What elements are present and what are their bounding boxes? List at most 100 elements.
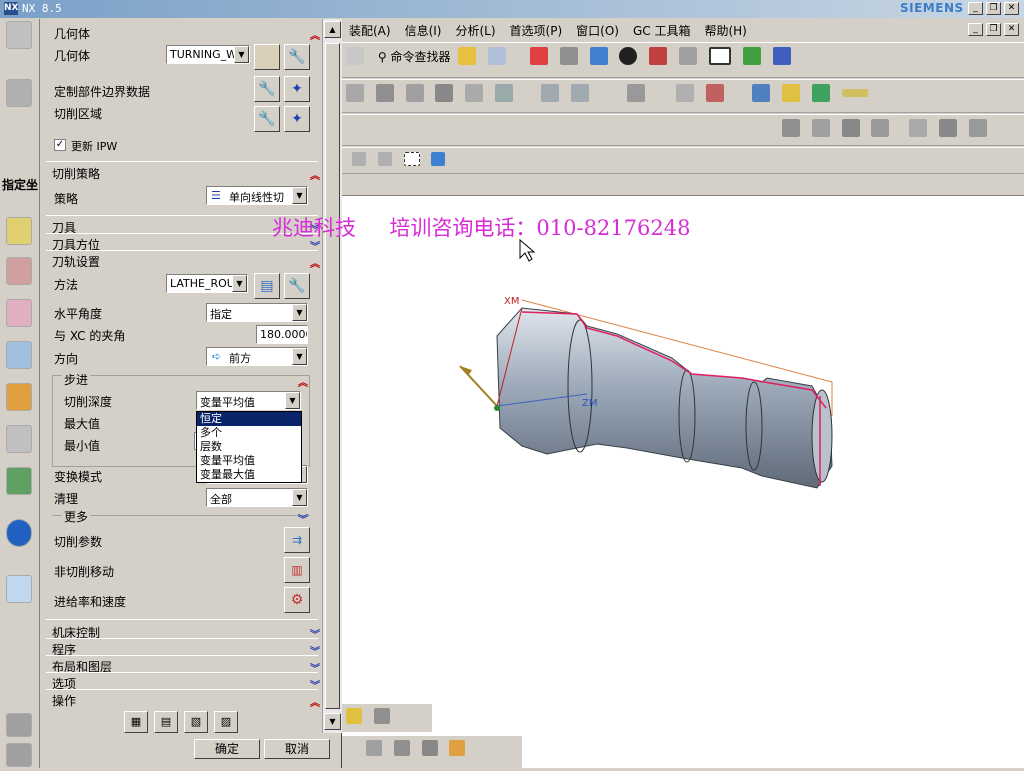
cleanup-select[interactable]: 全部 ▼ bbox=[206, 488, 308, 507]
render-style-icon[interactable] bbox=[589, 47, 608, 65]
path-settings-section-title[interactable]: 刀轨设置 bbox=[52, 253, 100, 270]
new-method-button[interactable]: ▤ bbox=[254, 273, 280, 299]
info-icon[interactable] bbox=[6, 519, 32, 547]
star-icon[interactable] bbox=[458, 47, 477, 65]
collapse-geometry-icon[interactable]: ︽ bbox=[310, 27, 320, 42]
menu-gc-toolbox[interactable]: GC 工具箱 bbox=[626, 19, 698, 42]
noncut-moves-button[interactable]: ▥ bbox=[284, 557, 310, 583]
menu-analysis[interactable]: 分析(L) bbox=[448, 19, 502, 42]
toolbar-icon-7[interactable] bbox=[540, 84, 559, 102]
reuse-library-icon[interactable] bbox=[6, 383, 32, 411]
toolbar-icon-5[interactable] bbox=[465, 84, 484, 102]
toolbar-icon-22[interactable] bbox=[968, 119, 987, 137]
toolbar-icon-18[interactable] bbox=[841, 119, 860, 137]
bottom-tool-icon-5[interactable] bbox=[421, 740, 438, 756]
web-browser-icon[interactable] bbox=[6, 425, 32, 453]
layer-box-icon[interactable] bbox=[708, 47, 731, 65]
toolbar-icon-10[interactable] bbox=[676, 84, 695, 102]
menu-window[interactable]: 窗口(O) bbox=[569, 19, 626, 42]
bottom-tool-icon-3[interactable] bbox=[366, 740, 382, 756]
left-tool-icon-2[interactable] bbox=[6, 79, 32, 107]
roles-icon[interactable] bbox=[6, 713, 32, 737]
toolbar-icon-3[interactable] bbox=[405, 84, 424, 102]
feeds-speeds-button[interactable]: ⚙ bbox=[284, 587, 310, 613]
doc-restore-button[interactable]: ❐ bbox=[986, 23, 1001, 36]
horizontal-angle-select[interactable]: 指定 ▼ bbox=[206, 303, 308, 322]
direction-select[interactable]: ➪ 前方 ▼ bbox=[206, 347, 308, 366]
edit-geometry-button[interactable]: 🔧 bbox=[284, 44, 310, 70]
strategy-select[interactable]: ☰ 单向线性切 ▼ bbox=[206, 186, 308, 205]
menu-preferences[interactable]: 首选项(P) bbox=[503, 19, 570, 42]
left-tool-icon-1[interactable] bbox=[6, 21, 32, 49]
toolbar-icon-14[interactable] bbox=[811, 84, 830, 102]
dropdown-option-variable-max[interactable]: 变量最大值 bbox=[197, 468, 301, 482]
scroll-down-icon[interactable]: ▼ bbox=[324, 713, 341, 730]
command-finder-button[interactable]: ⚲ 命令查找器 bbox=[378, 48, 451, 65]
cancel-button[interactable]: 取消 bbox=[264, 739, 330, 759]
select-filter-icon[interactable] bbox=[488, 47, 507, 65]
scroll-thumb[interactable] bbox=[325, 43, 340, 709]
minimize-button[interactable]: _ bbox=[968, 2, 983, 15]
wcs-icon[interactable] bbox=[742, 47, 761, 65]
replay-button[interactable]: ▤ bbox=[154, 711, 178, 733]
stepover-title[interactable]: 步进 bbox=[62, 371, 91, 388]
dropdown-option-constant[interactable]: 恒定 bbox=[197, 412, 301, 426]
graphics-viewport[interactable]: XM ZM bbox=[342, 196, 1024, 768]
generate-button[interactable]: ▦ bbox=[124, 711, 148, 733]
expand-more-icon[interactable]: ︾ bbox=[298, 511, 308, 526]
assembly-navigator-icon[interactable] bbox=[6, 257, 32, 285]
toolbar-icon-19[interactable] bbox=[871, 119, 890, 137]
resource-navigator-icon[interactable] bbox=[6, 217, 32, 245]
toolbar-icon-4[interactable] bbox=[435, 84, 454, 102]
ok-button[interactable]: 确定 bbox=[194, 739, 260, 759]
cut-strategy-section-title[interactable]: 切削策略 bbox=[52, 165, 100, 182]
display-region-button[interactable]: ✦ bbox=[284, 106, 310, 132]
toolbar-icon-8[interactable] bbox=[570, 84, 589, 102]
constraint-navigator-icon[interactable] bbox=[6, 299, 32, 327]
palette-icon[interactable] bbox=[6, 743, 32, 767]
geometry-select[interactable]: TURNING_WO ▼ bbox=[166, 45, 250, 64]
cube-icon[interactable] bbox=[431, 152, 446, 166]
system-materials-icon[interactable] bbox=[6, 575, 32, 603]
dropdown-option-multiple[interactable]: 多个 bbox=[197, 426, 301, 440]
move-icon[interactable] bbox=[772, 47, 791, 65]
doc-minimize-button[interactable]: _ bbox=[968, 23, 983, 36]
snap-icon-2[interactable] bbox=[377, 152, 392, 166]
bottom-tool-icon-1[interactable] bbox=[346, 708, 362, 724]
toolbar-icon-11[interactable] bbox=[706, 84, 725, 102]
orient-view-icon[interactable] bbox=[559, 47, 578, 65]
ball-icon[interactable] bbox=[619, 47, 638, 65]
collapse-stepover-icon[interactable]: ︽ bbox=[298, 374, 308, 389]
list-button[interactable]: ▨ bbox=[214, 711, 238, 733]
cut-depth-select[interactable]: 变量平均值 ▼ bbox=[196, 391, 301, 410]
method-select[interactable]: LATHE_ROUGH ▼ bbox=[166, 274, 248, 293]
new-geometry-button[interactable] bbox=[254, 44, 280, 70]
collapse-actions-icon[interactable]: ︽ bbox=[310, 694, 320, 709]
edit-method-button[interactable]: 🔧 bbox=[284, 273, 310, 299]
collapse-strategy-icon[interactable]: ︽ bbox=[310, 167, 320, 182]
menu-assembly[interactable]: 装配(A) bbox=[342, 19, 398, 42]
toolbar-icon-9[interactable] bbox=[626, 84, 645, 102]
undo-icon[interactable] bbox=[346, 47, 364, 65]
edit-region-button[interactable]: 🔧 bbox=[254, 106, 280, 132]
geometry-section-title[interactable]: 几何体 bbox=[54, 25, 90, 42]
xc-angle-input[interactable]: 180.0000 bbox=[256, 325, 308, 344]
update-ipw-checkbox[interactable]: ✓ bbox=[54, 139, 66, 151]
dropdown-option-variable-average[interactable]: 变量平均值 bbox=[197, 454, 301, 468]
box-red-icon[interactable] bbox=[649, 47, 668, 65]
select-box-icon[interactable] bbox=[403, 152, 420, 166]
fit-view-icon[interactable] bbox=[529, 47, 548, 65]
toolbar-icon-16[interactable] bbox=[782, 119, 800, 137]
toolbar-icon-15[interactable] bbox=[841, 89, 868, 97]
part-navigator-icon[interactable] bbox=[6, 341, 32, 369]
actions-section-title[interactable]: 操作 bbox=[52, 692, 76, 709]
bottom-tool-icon-6[interactable] bbox=[449, 740, 466, 756]
edit-boundary-button[interactable]: 🔧 bbox=[254, 76, 280, 102]
toolbar-icon-2[interactable] bbox=[375, 84, 394, 102]
restore-button[interactable]: ❐ bbox=[986, 2, 1001, 15]
snap-icon-1[interactable] bbox=[352, 152, 366, 166]
box-gray-icon[interactable] bbox=[679, 47, 698, 65]
verify-button[interactable]: ▧ bbox=[184, 711, 208, 733]
toolbar-icon-1[interactable] bbox=[346, 84, 364, 102]
cut-params-button[interactable]: ⇉ bbox=[284, 527, 310, 553]
